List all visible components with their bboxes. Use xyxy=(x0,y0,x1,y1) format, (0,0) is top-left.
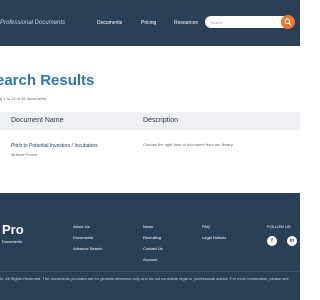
page-title: earch Results xyxy=(0,72,95,89)
column-header-description: Description xyxy=(143,117,179,124)
document-description: Choose the right form of document from o… xyxy=(143,142,234,147)
linkedin-icon-glyph: in xyxy=(289,238,295,244)
document-subtitle: Multiple Forms xyxy=(11,152,38,157)
table-header: Document Name Description xyxy=(0,112,300,130)
footer-divider xyxy=(0,271,300,272)
results-count: g 1 to 12 of 16 documents xyxy=(0,96,47,101)
copyright-text: ts. All Rights Reserved. The documents p… xyxy=(0,276,289,281)
nav-pricing[interactable]: Pricing xyxy=(141,20,156,26)
footer-link-recruiting[interactable]: Recruiting xyxy=(143,235,161,240)
nav-resources[interactable]: Resources xyxy=(174,20,198,26)
search-button[interactable] xyxy=(281,15,295,29)
site-footer: Pro Documents About Us Documents Advance… xyxy=(0,193,300,300)
footer-link-about-us[interactable]: About Us xyxy=(73,224,89,229)
site-tagline: Professional Documents xyxy=(0,20,66,26)
facebook-icon-glyph: f xyxy=(271,238,273,244)
footer-logo-subtitle: Documents xyxy=(2,239,23,244)
site-header: Professional Documents Documents Pricing… xyxy=(0,0,300,46)
footer-link-account[interactable]: Account xyxy=(143,257,157,262)
footer-link-advance-search[interactable]: Advance Search xyxy=(73,246,102,251)
footer-logo[interactable]: Pro xyxy=(2,222,24,237)
footer-link-legal-notices[interactable]: Legal Notices xyxy=(202,235,226,240)
document-name-link[interactable]: Pitch to Potential Investors / Incubator… xyxy=(11,143,98,149)
nav-documents[interactable]: Documents xyxy=(97,20,122,26)
column-header-document-name: Document Name xyxy=(11,117,64,124)
facebook-icon[interactable]: f xyxy=(267,236,277,246)
search-input[interactable] xyxy=(210,18,280,26)
footer-link-contact-us[interactable]: Contact Us xyxy=(143,246,163,251)
footer-link-documents[interactable]: Documents xyxy=(73,235,93,240)
footer-link-news[interactable]: News xyxy=(143,224,153,229)
footer-link-faq[interactable]: FAQ xyxy=(202,224,210,229)
search-icon xyxy=(284,18,292,26)
follow-us-label: FOLLOW US xyxy=(267,224,291,229)
linkedin-icon[interactable]: in xyxy=(287,236,297,246)
search-box xyxy=(205,15,295,29)
